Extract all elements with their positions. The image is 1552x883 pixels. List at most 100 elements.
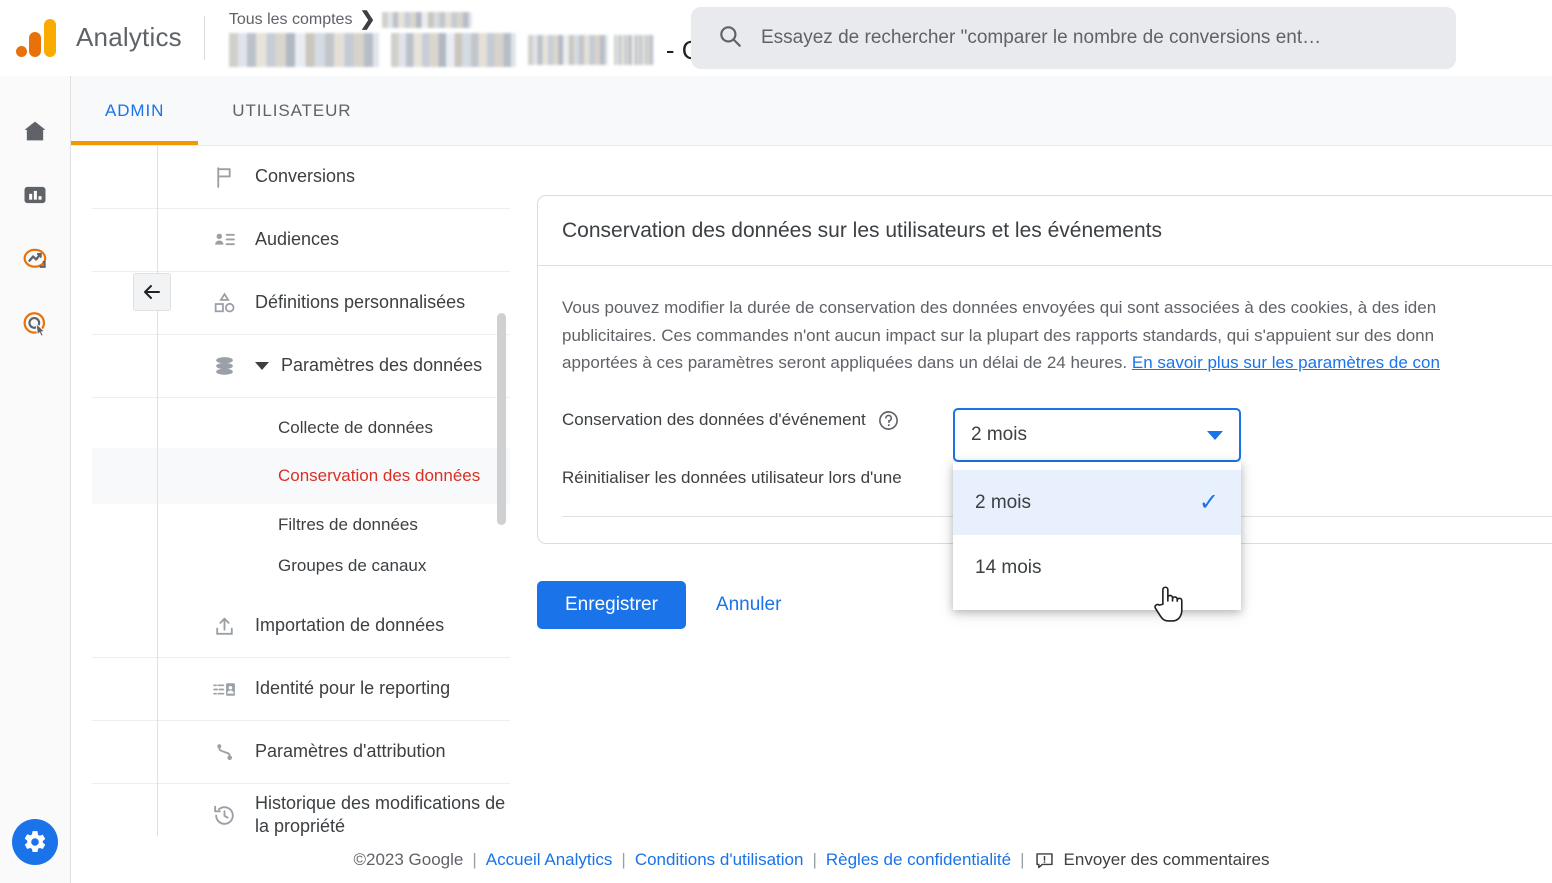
desc-line-3-text: apportées à ces paramètres seront appliq…: [562, 353, 1132, 373]
nav-subitem-filtres-de-donnees[interactable]: Filtres de données: [92, 504, 510, 545]
send-feedback-button[interactable]: Envoyer des commentaires: [1034, 850, 1270, 871]
audience-icon: [209, 228, 239, 253]
app-title: Analytics: [76, 22, 182, 52]
analytics-logo[interactable]: [0, 18, 72, 57]
footer-separator: |: [621, 850, 626, 869]
history-icon: [209, 803, 239, 828]
nav-gap: [92, 398, 510, 407]
desc-line-2: publicitaires. Ces commandes n'ont aucun…: [562, 325, 1435, 345]
tab-admin-label: ADMIN: [105, 100, 165, 120]
home-icon[interactable]: [12, 108, 58, 154]
nav-subitem-conservation-des-donnees[interactable]: Conservation des données: [92, 448, 510, 504]
left-rail: [0, 76, 71, 883]
nav-label-group: Paramètres des données: [209, 354, 482, 377]
upload-icon: [209, 614, 239, 639]
retention-label: Conservation des données d'événement: [562, 410, 866, 430]
footer-link-conditions-utilisation[interactable]: Conditions d'utilisation: [635, 850, 804, 870]
save-button[interactable]: Enregistrer: [537, 581, 686, 629]
retention-dropdown-menu: 2 mois ✓ 14 mois: [953, 462, 1241, 610]
admin-nav-panel: Conversions Audiences Définitions person…: [92, 146, 510, 836]
help-icon[interactable]: [877, 409, 900, 432]
breadcrumb: Tous les comptes ❯: [229, 8, 757, 31]
dropdown-option-14-mois[interactable]: 14 mois: [953, 535, 1241, 600]
action-buttons: Enregistrer Annuler: [537, 581, 799, 629]
desc-line-1: Vous pouvez modifier la durée de conserv…: [562, 298, 1437, 317]
logo-bar-tall: [44, 18, 56, 57]
footer-link-accueil-analytics[interactable]: Accueil Analytics: [486, 850, 613, 870]
advertising-icon[interactable]: [12, 300, 58, 346]
search-bar[interactable]: [691, 7, 1456, 69]
logo-dot: [16, 45, 27, 57]
nav-label: Définitions personnalisées: [255, 292, 466, 313]
search-input[interactable]: [761, 27, 1430, 49]
copyright: ©2023 Google: [353, 850, 464, 869]
option-label: 2 mois: [975, 491, 1031, 513]
nav-label: Importation de données: [255, 615, 445, 636]
feedback-icon: [1035, 852, 1053, 868]
cancel-button[interactable]: Annuler: [698, 581, 800, 629]
nav-subitem-groupes-de-canaux[interactable]: Groupes de canaux: [92, 545, 510, 586]
option-label: 14 mois: [975, 556, 1042, 578]
tab-utilisateur[interactable]: UTILISATEUR: [198, 76, 385, 145]
footer-link-regles-confidentialite[interactable]: Règles de confidentialité: [826, 850, 1011, 870]
nav-sublabel: Filtres de données: [278, 514, 418, 534]
triangle-down-icon[interactable]: [255, 362, 269, 370]
send-feedback-label: Envoyer des commentaires: [1063, 850, 1270, 869]
attribution-icon: [209, 740, 239, 765]
footer: ©2023 Google | Accueil Analytics | Condi…: [71, 836, 1552, 883]
collapse-nav-button[interactable]: [133, 273, 171, 311]
nav-sublabel: Groupes de canaux: [278, 555, 427, 575]
nav-label: Historique des modifications de la propr…: [255, 792, 506, 836]
nav-item-conversions[interactable]: Conversions: [92, 146, 510, 209]
shapes-icon: [209, 291, 239, 316]
top-bar: Analytics Tous les comptes ❯ - GA4: [0, 0, 1552, 76]
page-title: Conservation des données sur les utilisa…: [562, 218, 1162, 242]
nav-item-importation-de-donnees[interactable]: Importation de données: [92, 595, 510, 658]
desc-line-3: apportées à ces paramètres seront appliq…: [562, 349, 1552, 377]
nav-item-audiences[interactable]: Audiences: [92, 209, 510, 272]
nav-item-identite-pour-le-reporting[interactable]: Identité pour le reporting: [92, 658, 510, 721]
nav-item-parametres-d-attribution[interactable]: Paramètres d'attribution: [92, 721, 510, 784]
database-icon: [209, 354, 239, 379]
card-description: Vous pouvez modifier la durée de conserv…: [562, 294, 1552, 377]
search-icon: [717, 23, 743, 54]
chevron-down-icon[interactable]: [1207, 430, 1223, 440]
nav-label: Identité pour le reporting: [255, 678, 451, 699]
redacted-property-name-part4: [613, 35, 654, 65]
tab-strip: ADMIN UTILISATEUR: [71, 76, 1552, 146]
nav-vertical-rule: [157, 146, 158, 836]
learn-more-link[interactable]: En savoir plus sur les paramètres de con: [1132, 353, 1440, 372]
footer-separator: |: [1020, 850, 1025, 869]
card-header: Conservation des données sur les utilisa…: [538, 196, 1552, 266]
nav-item-historique-des-modifications[interactable]: Historique des modifications de la propr…: [92, 784, 510, 836]
reports-icon[interactable]: [12, 172, 58, 218]
nav-sublabel: Conservation des données: [278, 466, 481, 486]
nav-scrollbar-track[interactable]: [497, 146, 506, 836]
chevron-right-icon: ❯: [359, 9, 376, 30]
dropdown-option-2-mois[interactable]: 2 mois ✓: [953, 470, 1241, 535]
redacted-property-name-part1: [228, 33, 379, 67]
tab-admin[interactable]: ADMIN: [71, 76, 199, 145]
nav-item-parametres-des-donnees[interactable]: Paramètres des données: [92, 335, 510, 398]
reset-label: Réinitialiser les données utilisateur lo…: [562, 467, 902, 487]
redacted-property-name-part3: [527, 35, 608, 65]
redacted-property-name-part2: [390, 33, 516, 67]
retention-select-value: 2 mois: [971, 424, 1027, 445]
account-selector[interactable]: Tous les comptes ❯ - GA4: [205, 3, 757, 73]
admin-gear-button[interactable]: [12, 819, 58, 865]
check-icon: ✓: [1198, 488, 1219, 516]
footer-separator: |: [812, 850, 817, 869]
footer-separator: |: [472, 850, 477, 869]
tab-utilisateur-label: UTILISATEUR: [232, 100, 352, 120]
nav-sublabel: Collecte de données: [278, 417, 434, 437]
redacted-account-name: [382, 11, 473, 28]
breadcrumb-all-accounts[interactable]: Tous les comptes: [229, 11, 353, 29]
nav-scrollbar-thumb[interactable]: [497, 313, 506, 525]
property-line: - GA4: [228, 33, 757, 67]
nav-subitem-collecte-de-donnees[interactable]: Collecte de données: [92, 407, 510, 448]
flag-icon: [209, 165, 239, 190]
nav-label: Paramètres d'attribution: [255, 741, 446, 762]
retention-select[interactable]: 2 mois: [953, 408, 1241, 462]
nav-gap: [92, 586, 510, 595]
explore-icon[interactable]: [12, 236, 58, 282]
